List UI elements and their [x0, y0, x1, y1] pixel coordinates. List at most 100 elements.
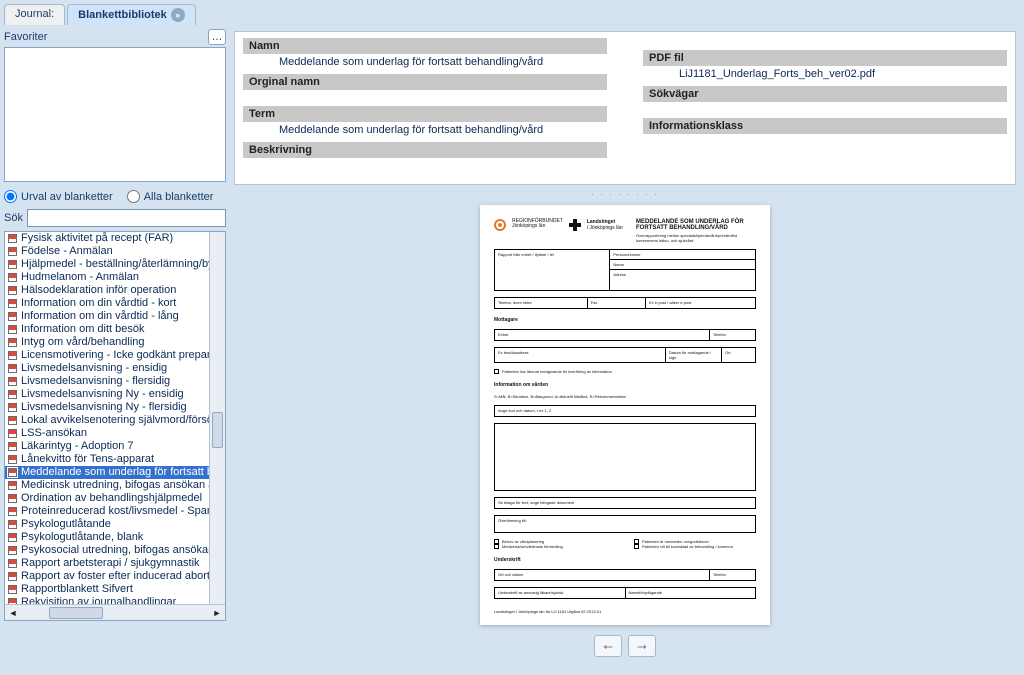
list-item[interactable]: Hudmelanom - Anmälan: [5, 271, 209, 284]
list-item[interactable]: Rapportblankett Sifvert: [5, 583, 209, 596]
list-item[interactable]: Hälsodeklaration inför operation: [5, 284, 209, 297]
list-item[interactable]: Psykosocial utredning, bifogas ansökan: [5, 544, 209, 557]
logo-region-icon: [494, 219, 506, 231]
list-item[interactable]: Lokal avvikelsenotering självmord/försök: [5, 414, 209, 427]
cell: Telefon: [710, 569, 756, 581]
pdf-icon: [7, 441, 18, 452]
field-val-infoklass: [643, 134, 1007, 150]
prev-page-button[interactable]: ⭠: [594, 635, 622, 657]
logo-landsting-icon: [569, 219, 581, 231]
detail-panel: Namn Meddelande som underlag för fortsat…: [234, 31, 1016, 185]
radio-urval-input[interactable]: [4, 190, 17, 203]
splitter-handle[interactable]: . . . . . . . .: [234, 185, 1016, 199]
form-list[interactable]: Fysisk aktivitet på recept (FAR)Födelse …: [4, 231, 226, 621]
list-item[interactable]: Licensmotivering - Icke godkänt preparat: [5, 349, 209, 362]
search-input[interactable]: [27, 209, 226, 227]
list-item[interactable]: Information om din vårdtid - kort: [5, 297, 209, 310]
pdf-icon: [7, 272, 18, 283]
list-item[interactable]: Ordination av behandlingshjälpmedel: [5, 492, 209, 505]
list-item[interactable]: Födelse - Anmälan: [5, 245, 209, 258]
radio-urval-label: Urval av blanketter: [21, 191, 113, 203]
list-item[interactable]: Hjälpmedel - beställning/återlämning/byt: [5, 258, 209, 271]
cell: Namnförtydligande: [626, 587, 757, 599]
list-item[interactable]: Meddelande som underlag för fortsatt be: [5, 466, 209, 479]
list-item[interactable]: Livsmedelsanvisning - flersidig: [5, 375, 209, 388]
section-mottagare: Mottagare: [494, 317, 756, 323]
tab-blankettbibliotek[interactable]: Blankettbibliotek »: [67, 4, 196, 25]
horizontal-scroll-thumb[interactable]: [49, 607, 103, 619]
tab-journal[interactable]: Journal:: [4, 4, 65, 25]
list-item-label: Födelse - Anmälan: [21, 245, 113, 258]
horizontal-scrollbar[interactable]: ◄ ►: [5, 604, 225, 620]
cell: Överlämning till:: [494, 515, 756, 533]
list-item[interactable]: LSS-ansökan: [5, 427, 209, 440]
list-item[interactable]: Rapport arbetsterapi / sjukgymnastik: [5, 557, 209, 570]
list-item[interactable]: Livsmedelsanvisning - ensidig: [5, 362, 209, 375]
pdf-icon: [7, 428, 18, 439]
info-sub: S=Mål, B=Situation, B=Bakgrund, A=Aktuel…: [494, 394, 756, 399]
cell: Fax: [588, 297, 646, 309]
list-item-label: Livsmedelsanvisning - flersidig: [21, 375, 170, 388]
list-item-label: Rapport arbetsterapi / sjukgymnastik: [21, 557, 200, 570]
pdf-icon: [7, 259, 18, 270]
list-item-label: Livsmedelsanvisning Ny - ensidig: [21, 388, 184, 401]
pdf-icon: [7, 233, 18, 244]
list-item-label: Fysisk aktivitet på recept (FAR): [21, 232, 173, 245]
list-item[interactable]: Livsmedelsanvisning Ny - ensidig: [5, 388, 209, 401]
vertical-scrollbar[interactable]: [209, 232, 225, 604]
list-item[interactable]: Medicinsk utredning, bifogas ansökan at: [5, 479, 209, 492]
field-head-term: Term: [243, 106, 607, 122]
radio-alla[interactable]: Alla blanketter: [127, 190, 214, 203]
field-val-term: Meddelande som underlag för fortsatt beh…: [243, 122, 607, 142]
vertical-scroll-thumb[interactable]: [212, 412, 223, 448]
cell: Ort: [722, 347, 756, 363]
list-item-label: Information om din vårdtid - lång: [21, 310, 179, 323]
field-head-namn: Namn: [243, 38, 607, 54]
cell: Ort och datum: [494, 569, 710, 581]
checkbox-icon: [634, 544, 639, 549]
pdf-icon: [7, 506, 18, 517]
radio-alla-input[interactable]: [127, 190, 140, 203]
favorites-label: Favoriter: [4, 31, 47, 43]
cell: [494, 423, 756, 491]
list-item-label: Rapport av foster efter inducerad abort …: [21, 570, 209, 583]
pdf-icon: [7, 376, 18, 387]
list-item[interactable]: Psykologutlåtande, blank: [5, 531, 209, 544]
list-item-label: Hudmelanom - Anmälan: [21, 271, 139, 284]
list-item[interactable]: Livsmedelsanvisning Ny - flersidig: [5, 401, 209, 414]
list-item-label: Proteinreducerad kost/livsmedel - Spann: [21, 505, 209, 518]
list-item-label: Licensmotivering - Icke godkänt preparat: [21, 349, 209, 362]
list-item[interactable]: Information om din vårdtid - lång: [5, 310, 209, 323]
field-val-beskrivning: [243, 158, 607, 174]
list-item[interactable]: Rekvisition av journalhandlingar: [5, 596, 209, 604]
list-item[interactable]: Intyg om vård/behandling: [5, 336, 209, 349]
list-item-label: Livsmedelsanvisning - ensidig: [21, 362, 167, 375]
list-item[interactable]: Lånekvitto för Tens-apparat: [5, 453, 209, 466]
pdf-icon: [7, 402, 18, 413]
favorites-list[interactable]: [4, 47, 226, 182]
pdf-icon: [7, 311, 18, 322]
radio-urval[interactable]: Urval av blanketter: [4, 190, 113, 203]
cell: Ev e-post / säker e-post: [646, 297, 756, 309]
list-item-label: Psykosocial utredning, bifogas ansökan: [21, 544, 209, 557]
scroll-left-icon[interactable]: ◄: [5, 606, 21, 620]
list-item[interactable]: Information om ditt besök: [5, 323, 209, 336]
cell: Telefon: [710, 329, 756, 341]
form-title-2: FORTSATT BEHANDLING/VÅRD: [636, 225, 756, 231]
form-footer: Landstinget i Jönköpings län för LiJ 118…: [494, 609, 756, 614]
list-item[interactable]: Rapport av foster efter inducerad abort …: [5, 570, 209, 583]
list-item[interactable]: Psykologutlåtande: [5, 518, 209, 531]
cell: Datum för mottagande / sign: [666, 347, 722, 363]
list-item[interactable]: Fysisk aktivitet på recept (FAR): [5, 232, 209, 245]
list-item[interactable]: Läkarintyg - Adoption 7: [5, 440, 209, 453]
list-item-label: Hjälpmedel - beställning/återlämning/byt: [21, 258, 209, 271]
scroll-right-icon[interactable]: ►: [209, 606, 225, 620]
favorites-more-button[interactable]: …: [208, 29, 226, 45]
field-head-sokvagar: Sökvägar: [643, 86, 1007, 102]
pdf-icon: [7, 493, 18, 504]
list-item[interactable]: Proteinreducerad kost/livsmedel - Spann: [5, 505, 209, 518]
pdf-icon: [7, 467, 18, 478]
list-item-label: Psykologutlåtande, blank: [21, 531, 143, 544]
pdf-icon: [7, 597, 18, 604]
next-page-button[interactable]: ⭢: [628, 635, 656, 657]
